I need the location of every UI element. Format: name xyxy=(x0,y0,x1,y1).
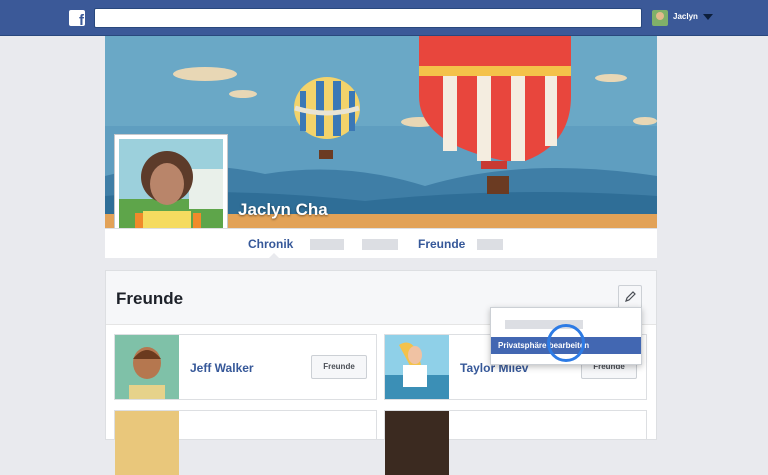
tab-placeholder-2[interactable] xyxy=(362,239,398,250)
friend-avatar[interactable] xyxy=(115,411,179,475)
profile-navigation: Chronik Freunde xyxy=(105,228,657,259)
friend-avatar-illustration xyxy=(115,335,179,399)
logo-letter: f xyxy=(79,12,84,27)
friends-section-title: Freunde xyxy=(116,289,184,308)
friend-avatar[interactable] xyxy=(385,335,449,399)
account-menu-chevron-down-icon[interactable] xyxy=(703,14,713,20)
click-indicator xyxy=(547,324,585,362)
top-navigation-bar: f Jaclyn xyxy=(0,0,768,36)
friends-status-button[interactable]: Freunde xyxy=(311,355,367,379)
avatar-face xyxy=(656,12,664,20)
active-tab-indicator xyxy=(268,253,280,259)
user-name-link[interactable]: Jaclyn xyxy=(673,12,698,21)
tab-timeline[interactable]: Chronik xyxy=(248,237,293,251)
tab-placeholder-1[interactable] xyxy=(310,239,344,250)
friend-card: Jeff Walker Freunde xyxy=(114,334,377,400)
friend-card xyxy=(384,410,647,475)
pencil-icon xyxy=(625,291,636,302)
user-avatar[interactable] xyxy=(652,10,668,26)
tab-friends[interactable]: Freunde xyxy=(418,237,465,251)
profile-name[interactable]: Jaclyn Cha xyxy=(238,200,328,220)
friend-avatar[interactable] xyxy=(385,411,449,475)
search-input[interactable] xyxy=(94,8,642,28)
friend-avatar[interactable] xyxy=(115,335,179,399)
tab-placeholder-3[interactable] xyxy=(477,239,503,250)
edit-friends-button[interactable] xyxy=(618,285,642,309)
friend-card xyxy=(114,410,377,475)
friend-name-link[interactable]: Jeff Walker xyxy=(190,361,254,375)
facebook-logo-icon[interactable]: f xyxy=(69,10,85,26)
friend-avatar-illustration xyxy=(385,335,449,399)
